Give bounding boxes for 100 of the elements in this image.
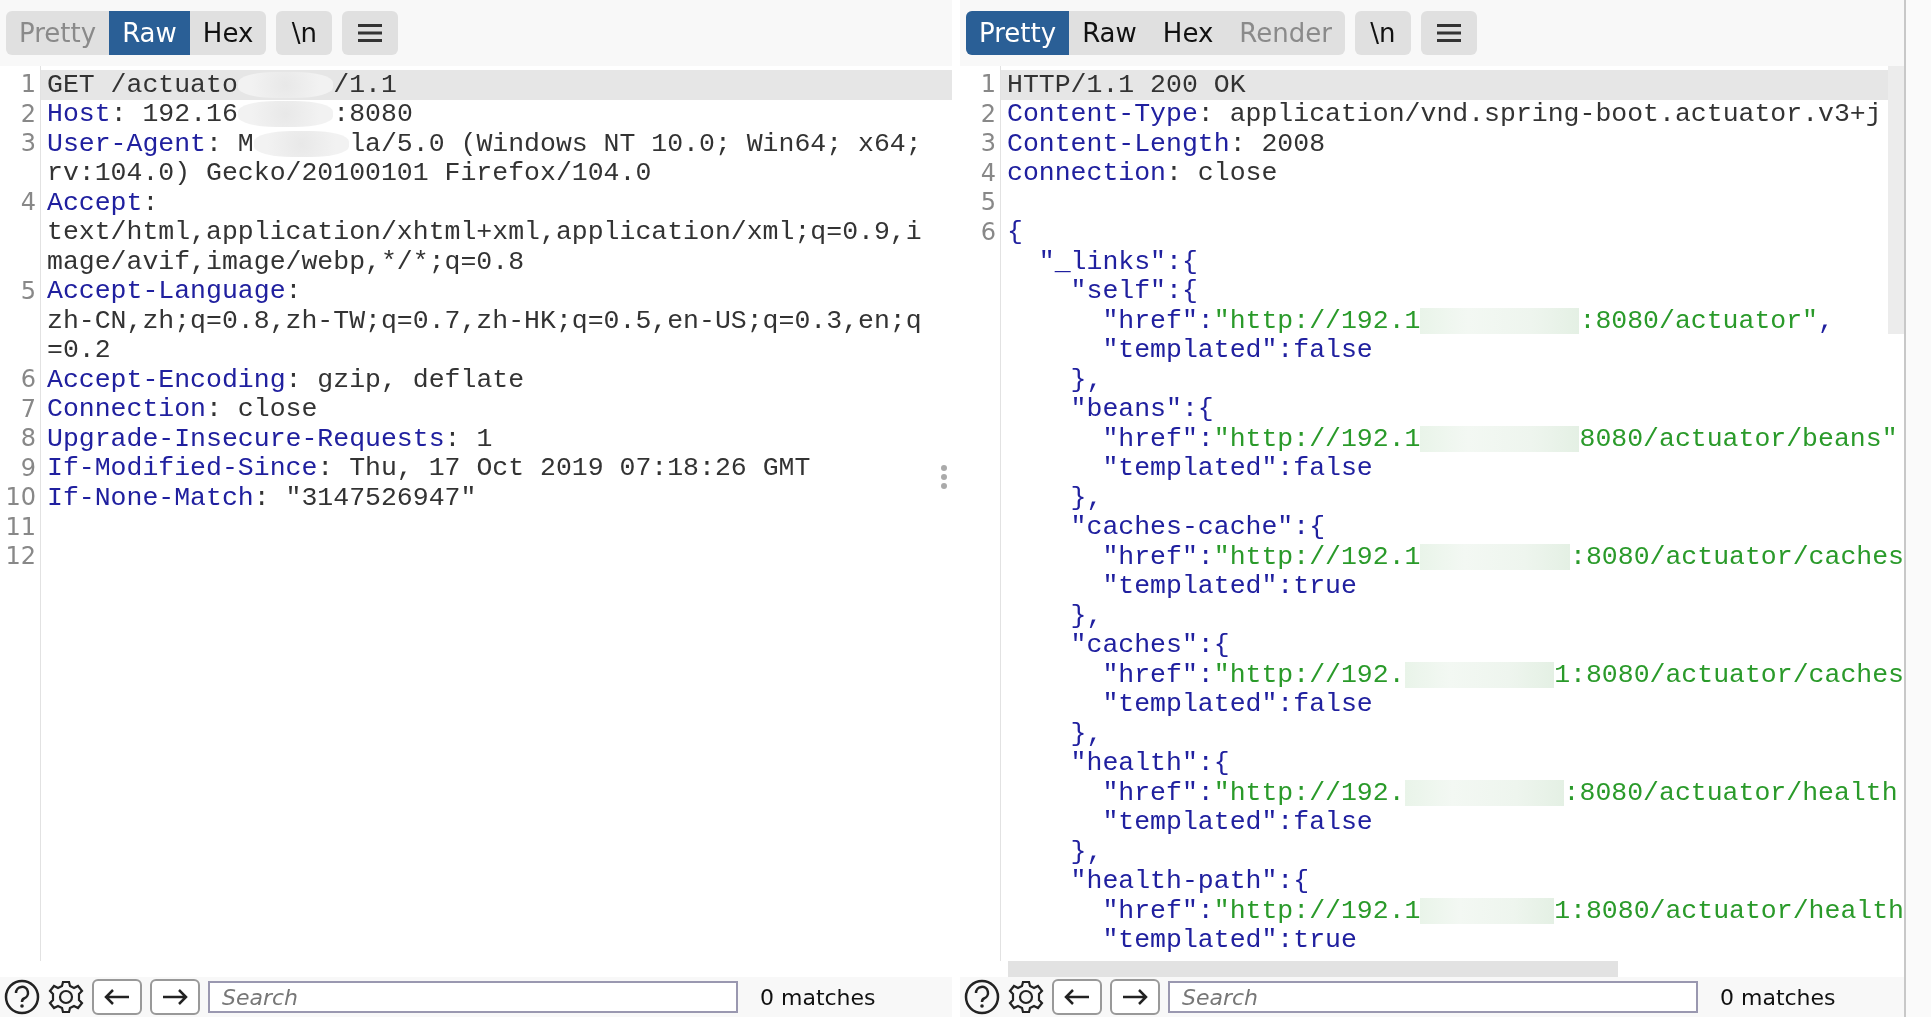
json-syntax: "beans":{ [1069,394,1214,425]
json-syntax: Content-Type [1007,99,1198,130]
json-syntax: "templated":true [1101,925,1357,956]
json-syntax: }, [1069,836,1103,867]
json-string: "http://192.1 [1213,895,1421,926]
json-syntax: Content-Length [1007,128,1230,159]
settings-icon[interactable] [1008,979,1044,1015]
line-number: 7 [20,394,36,423]
code-text: : Thu, 17 Oct 2019 07:18:26 GMT [317,453,811,484]
code-text: HTTP/1.1 200 OK [1007,69,1246,100]
view-tab[interactable]: Raw [109,11,190,55]
json-syntax: , [1818,305,1834,336]
line-number: 10 [5,483,36,511]
json-syntax: "_links":{ [1037,246,1198,277]
next-button[interactable] [150,979,200,1015]
match-count: 0 matches [1720,984,1836,1010]
settings-icon[interactable] [48,979,84,1015]
json-syntax: "href": [1101,305,1214,336]
line-number: 1 [980,70,996,98]
json-syntax: connection [1007,158,1167,189]
line-number: 6 [980,217,996,246]
code-text: : close [1166,158,1278,189]
code-text: =0.2 [47,335,111,366]
line-number: 12 [5,542,36,570]
line-number: 4 [20,188,36,216]
json-syntax: "href": [1101,659,1214,690]
view-tab[interactable]: Raw [1069,11,1150,55]
header-name: Accept [47,187,143,218]
json-syntax: "templated":false [1101,335,1373,366]
line-number: 1 [20,70,36,98]
view-tab[interactable]: Hex [1149,11,1227,55]
json-syntax: "href": [1101,423,1214,454]
newline-toggle-button[interactable]: \n [1354,11,1411,55]
json-syntax: "self":{ [1069,276,1198,307]
json-syntax: }, [1069,718,1103,749]
json-syntax: "href": [1101,895,1214,926]
line-number: 4 [980,158,996,187]
header-name: If-None-Match [47,482,254,513]
code-text: : close [206,394,318,425]
menu-icon [1436,23,1461,43]
code-text: /1.1 [333,69,397,100]
help-icon[interactable] [4,979,40,1015]
menu-icon [358,23,383,43]
code-text: : 1 [444,423,493,454]
drag-handle-icon[interactable] [940,464,948,490]
previous-button[interactable] [92,979,142,1015]
scrollbar-thumb[interactable] [1888,66,1904,334]
json-string: "http://192.1 [1213,305,1421,336]
line-number: 8 [20,424,36,452]
json-string: "http://192.1 [1213,423,1421,454]
view-tab[interactable]: Pretty [966,11,1070,55]
menu-button[interactable] [342,11,399,55]
code-text: : 2008 [1229,128,1326,159]
json-string: "http://192.1 [1213,541,1421,572]
code-text: la/5.0 (Windows NT 10.0; Win64; x64; [349,128,922,159]
json-syntax: "templated":false [1101,689,1373,720]
json-string: "http://192. [1213,659,1405,690]
code-text: :8080 [333,99,413,130]
code-text: GET /actuato [47,69,238,100]
previous-button[interactable] [1052,979,1102,1015]
json-syntax: "templated":false [1101,453,1373,484]
view-tab[interactable]: Hex [189,11,267,55]
search-field[interactable]: Search [208,981,738,1013]
json-string: "http://192. [1213,777,1405,808]
json-syntax: "templated":false [1101,807,1373,838]
scrollbar-thumb[interactable] [1008,961,1618,977]
code-text: : M [206,128,254,159]
json-string: 8080/actuator/beans" [1579,423,1898,454]
arrow-right-icon [161,988,189,1006]
json-string: :8080/actuator/caches [1570,541,1904,572]
next-button[interactable] [1110,979,1160,1015]
help-icon[interactable] [964,979,1000,1015]
code-text: rv:104.0) Gecko/20100101 Firefox/104.0 [47,158,652,189]
code-text: : gzip, deflate [285,364,525,395]
code-text: zh-CN,zh;q=0.8,zh-TW;q=0.7,zh-HK;q=0.5,en-US;q=0.3,en;q [47,305,922,336]
line-number: 6 [20,365,36,393]
header-name: Upgrade-Insecure-Requests [47,423,445,454]
json-syntax: "health":{ [1069,748,1230,779]
json-string: :8080/actuator/health [1563,777,1898,808]
header-name: If-Modified-Since [47,453,318,484]
json-syntax: }, [1069,600,1103,631]
header-name: User-Agent [47,128,207,159]
code-text: : [142,187,159,218]
code-text: : application/vnd.spring-boot.actuator.v3+j [1197,99,1882,130]
arrow-left-icon [1063,988,1091,1006]
json-string: 1:8080/actuator/caches [1554,659,1904,690]
newline-toggle-button[interactable]: \n [276,11,333,55]
search-field[interactable]: Search [1168,981,1698,1013]
line-number: 5 [980,188,996,216]
json-syntax: "health-path":{ [1069,866,1310,897]
line-number: 9 [20,453,36,482]
json-syntax: }, [1069,364,1103,395]
line-number: 3 [980,129,996,157]
json-syntax: "templated":true [1101,571,1357,602]
line-number: 3 [20,129,36,157]
json-syntax: "href": [1101,777,1214,808]
header-name: Connection [47,394,207,425]
menu-button[interactable] [1420,11,1477,55]
json-syntax: { [1007,217,1023,248]
code-text: text/html,application/xhtml+xml,application/xml;q=0.9,i [47,217,922,248]
